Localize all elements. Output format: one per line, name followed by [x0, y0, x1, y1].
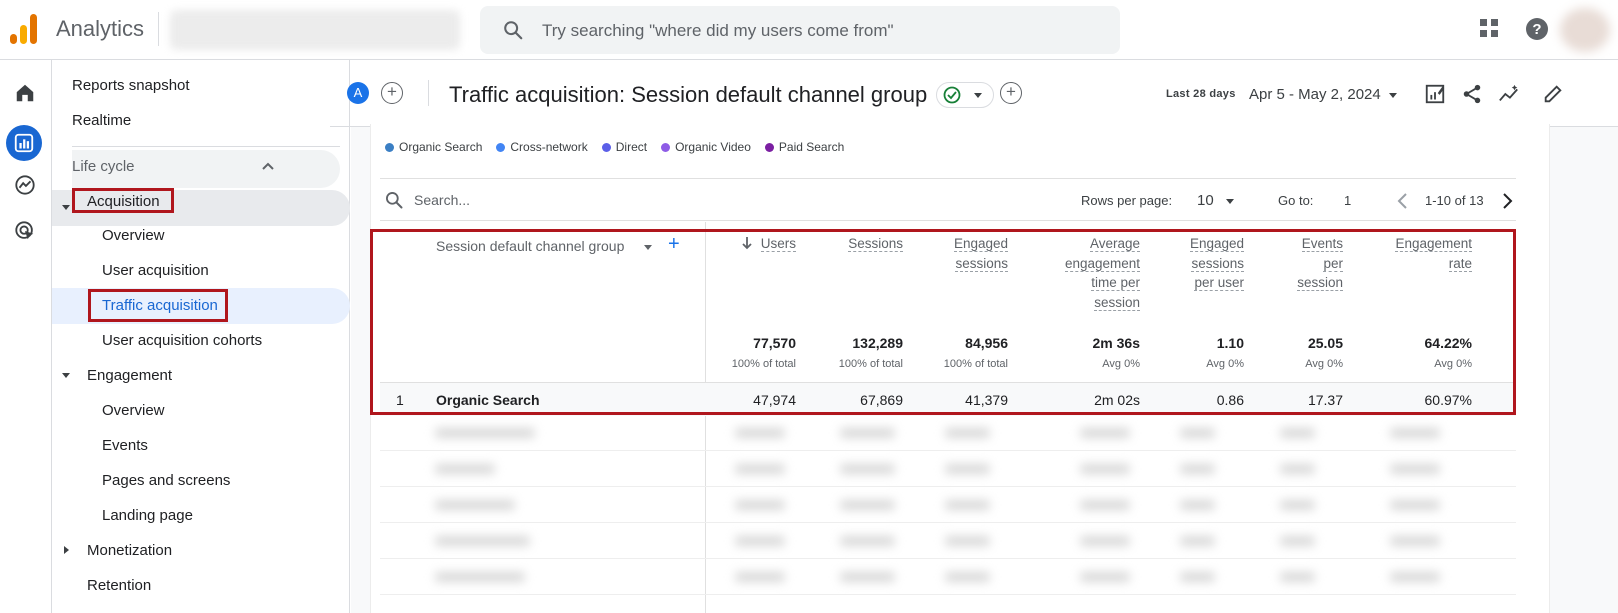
legend-label: Direct	[615, 140, 648, 154]
caret-down-icon	[974, 93, 982, 98]
table-row	[380, 428, 1516, 438]
nav-item-retention[interactable]: Retention	[87, 577, 151, 594]
table-row	[380, 464, 1516, 474]
divider	[380, 486, 1516, 487]
search-input[interactable]: Try searching "where did my users come f…	[542, 21, 894, 41]
caret-down-icon[interactable]	[1226, 199, 1234, 204]
date-range-picker[interactable]: Apr 5 - May 2, 2024	[1249, 86, 1381, 103]
comparison-badge[interactable]: A	[347, 82, 369, 104]
legend-item[interactable]: Paid Search	[764, 138, 845, 156]
nav-item-reports-snapshot[interactable]: Reports snapshot	[72, 77, 190, 94]
chevron-left-icon[interactable]	[1396, 192, 1410, 210]
reports-icon	[13, 132, 35, 154]
nav-item-acquisition-overview[interactable]: Overview	[102, 227, 165, 244]
legend-dot	[764, 142, 774, 152]
edit-icon[interactable]	[1542, 83, 1564, 105]
top-app-bar: Analytics Try searching "where did my us…	[0, 0, 1618, 60]
explore-icon[interactable]	[14, 174, 36, 196]
divider	[380, 522, 1516, 523]
legend-label: Paid Search	[778, 140, 845, 154]
highlight-box	[370, 229, 1516, 415]
home-icon[interactable]	[14, 82, 36, 104]
divider	[428, 80, 429, 106]
avatar[interactable]	[1560, 8, 1610, 52]
legend-item[interactable]: Direct	[601, 138, 648, 156]
caret-right-icon[interactable]	[64, 546, 69, 554]
add-comparison-button[interactable]: +	[381, 82, 403, 104]
nav-item-engagement-overview[interactable]: Overview	[102, 402, 165, 419]
highlight-box	[88, 289, 228, 322]
legend-item[interactable]: Organic Search	[385, 138, 482, 156]
caret-down-icon[interactable]	[62, 373, 70, 378]
insights-icon[interactable]	[1498, 83, 1520, 105]
svg-text:?: ?	[1532, 21, 1541, 38]
legend-item[interactable]: Organic Video	[661, 138, 751, 156]
help-icon[interactable]: ?	[1525, 17, 1549, 41]
check-circle-icon	[943, 86, 961, 104]
status-dropdown[interactable]	[936, 82, 994, 108]
nav-item-events[interactable]: Events	[102, 437, 148, 454]
chevron-up-icon[interactable]	[260, 159, 276, 175]
legend-label: Organic Video	[675, 140, 751, 154]
divider	[158, 12, 159, 46]
advertising-icon[interactable]	[14, 220, 36, 242]
divider	[380, 558, 1516, 559]
page-range: 1-10 of 13	[1425, 193, 1484, 208]
nav-item-user-acquisition[interactable]: User acquisition	[102, 262, 209, 279]
rows-per-page-select[interactable]: 10	[1197, 192, 1214, 209]
divider	[380, 450, 1516, 451]
nav-item-pages-and-screens[interactable]: Pages and screens	[102, 472, 230, 489]
app-title: Analytics	[56, 16, 145, 41]
search-icon	[384, 190, 404, 210]
reports-nav: Reports snapshot Realtime Life cycle Acq…	[52, 60, 350, 613]
share-icon[interactable]	[1461, 83, 1483, 105]
nav-item-monetization[interactable]: Monetization	[87, 542, 172, 559]
caret-down-icon[interactable]	[62, 205, 70, 210]
account-selector[interactable]	[170, 10, 460, 50]
date-range-label: Last 28 days	[1166, 88, 1236, 100]
nav-item-engagement[interactable]: Engagement	[87, 367, 172, 384]
table-row	[380, 572, 1516, 582]
blurred-rows	[380, 418, 1516, 608]
nav-section-label: Life cycle	[72, 158, 135, 175]
nav-item-realtime[interactable]: Realtime	[72, 112, 131, 129]
search-bar[interactable]: Try searching "where did my users come f…	[480, 6, 1120, 54]
divider	[380, 178, 1516, 179]
table-row	[380, 536, 1516, 546]
go-to-label: Go to:	[1278, 193, 1314, 208]
left-rail	[0, 60, 52, 613]
nav-divider	[72, 146, 340, 147]
analytics-logo-icon[interactable]	[10, 14, 38, 44]
highlight-box	[72, 188, 174, 213]
apps-grid-icon[interactable]	[1478, 17, 1500, 39]
chevron-right-icon[interactable]	[1500, 192, 1514, 210]
divider	[380, 594, 1516, 595]
nav-item-user-acquisition-cohorts[interactable]: User acquisition cohorts	[102, 332, 262, 349]
table-search-input[interactable]: Search...	[414, 192, 470, 208]
divider	[380, 220, 1516, 221]
legend-dot	[496, 142, 506, 152]
reports-rail-active[interactable]	[6, 125, 42, 161]
caret-down-icon[interactable]	[1389, 93, 1397, 98]
go-to-input[interactable]: 1	[1344, 193, 1351, 208]
page-title: Traffic acquisition: Session default cha…	[449, 82, 928, 107]
customize-report-icon[interactable]	[1424, 83, 1446, 105]
legend-label: Organic Search	[399, 140, 483, 154]
legend-dot	[385, 142, 394, 152]
legend-item[interactable]: Cross-network	[496, 138, 588, 156]
table-row	[380, 500, 1516, 510]
legend-label: Cross-network	[510, 140, 588, 154]
nav-item-landing-page[interactable]: Landing page	[102, 507, 193, 524]
legend-dot	[661, 142, 671, 152]
chart-legend: Organic Search Cross-network Direct Orga…	[385, 138, 844, 156]
search-icon	[502, 19, 524, 41]
rows-per-page-label: Rows per page:	[1081, 193, 1173, 208]
legend-dot	[601, 142, 611, 152]
add-filter-button[interactable]: +	[1000, 82, 1022, 104]
